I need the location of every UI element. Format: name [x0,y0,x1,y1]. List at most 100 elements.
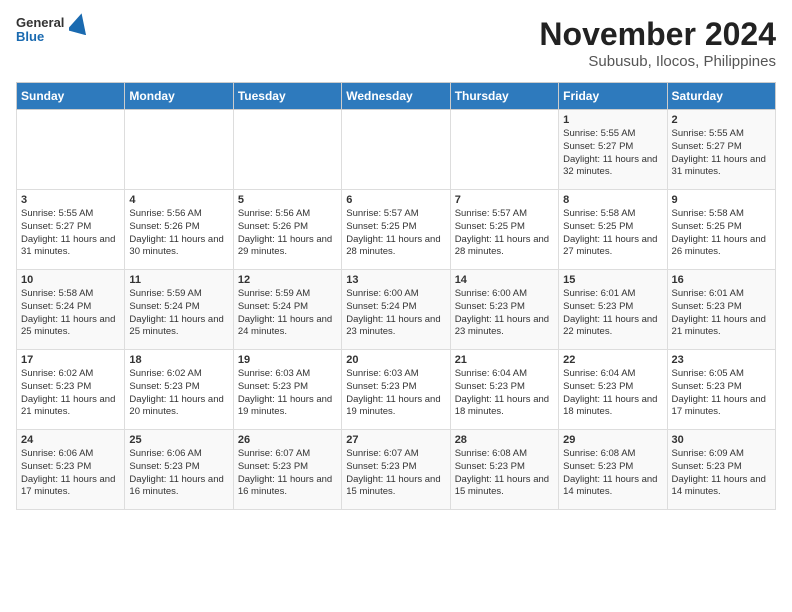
logo-icon [69,13,89,35]
day-number: 9 [672,194,771,206]
calendar-cell: 11Sunrise: 5:59 AM Sunset: 5:24 PM Dayli… [125,270,233,350]
calendar-cell: 27 Sunrise: 6:07 AM Sunset: 5:23 PM Dayli… [342,430,450,510]
day-number: 28 [455,434,554,446]
calendar-cell: 12 Sunrise: 5:59 AM Sunset: 5:24 PM Dayli… [233,270,341,350]
day-info: Sunrise: 5:57 AM Sunset: 5:25 PM Dayligh… [455,208,554,259]
day-info: Sunrise: 6:04 AM Sunset: 5:23 PM Dayligh… [455,368,554,419]
day-info: Sunrise: 5:59 AM Sunset: 5:24 PM Dayligh… [129,288,228,339]
day-number: 25 [129,434,228,446]
day-number: 20 [346,354,445,366]
day-info: Sunrise: 5:55 AM Sunset: 5:27 PM Dayligh… [672,128,771,179]
day-number: 14 [455,274,554,286]
day-info: Sunrise: 6:03 AM Sunset: 5:23 PM Dayligh… [346,368,445,419]
calendar-cell [233,110,341,190]
day-info: Sunrise: 6:02 AM Sunset: 5:23 PM Dayligh… [129,368,228,419]
calendar-cell: 9 Sunrise: 5:58 AM Sunset: 5:25 PM Daylig… [667,190,775,270]
calendar-cell: 19Sunrise: 6:03 AM Sunset: 5:23 PM Dayli… [233,350,341,430]
day-info: Sunrise: 6:02 AM Sunset: 5:23 PM Dayligh… [21,368,120,419]
page-header: General Blue November 2024 Subusub, Iloc… [16,16,776,70]
day-info: Sunrise: 5:58 AM Sunset: 5:25 PM Dayligh… [563,208,662,259]
day-number: 8 [563,194,662,206]
calendar-cell: 13 Sunrise: 6:00 AM Sunset: 5:24 PM Dayli… [342,270,450,350]
day-info: Sunrise: 5:59 AM Sunset: 5:24 PM Dayligh… [238,288,337,339]
day-info: Sunrise: 5:58 AM Sunset: 5:25 PM Dayligh… [672,208,771,259]
day-info: Sunrise: 5:56 AM Sunset: 5:26 PM Dayligh… [129,208,228,259]
calendar-week-row: 10 Sunrise: 5:58 AM Sunset: 5:24 PM Dayli… [17,270,776,350]
day-header-saturday: Saturday [667,83,775,110]
calendar-cell: 5Sunrise: 5:56 AM Sunset: 5:26 PM Daylig… [233,190,341,270]
day-number: 30 [672,434,771,446]
day-number: 26 [238,434,337,446]
day-info: Sunrise: 5:55 AM Sunset: 5:27 PM Dayligh… [563,128,662,179]
day-header-tuesday: Tuesday [233,83,341,110]
calendar-cell: 28 Sunrise: 6:08 AM Sunset: 5:23 PM Dayli… [450,430,558,510]
calendar-cell: 3 Sunrise: 5:55 AM Sunset: 5:27 PM Daylig… [17,190,125,270]
calendar-cell: 15Sunrise: 6:01 AM Sunset: 5:23 PM Dayli… [559,270,667,350]
day-number: 13 [346,274,445,286]
day-number: 24 [21,434,120,446]
day-number: 17 [21,354,120,366]
calendar-cell [17,110,125,190]
calendar-cell: 24Sunrise: 6:06 AM Sunset: 5:23 PM Dayli… [17,430,125,510]
day-number: 6 [346,194,445,206]
calendar-cell: 21 Sunrise: 6:04 AM Sunset: 5:23 PM Dayli… [450,350,558,430]
day-info: Sunrise: 6:08 AM Sunset: 5:23 PM Dayligh… [455,448,554,499]
day-info: Sunrise: 5:58 AM Sunset: 5:24 PM Dayligh… [21,288,120,339]
page-title: November 2024 [539,16,776,53]
day-header-wednesday: Wednesday [342,83,450,110]
day-number: 4 [129,194,228,206]
calendar-week-row: 3 Sunrise: 5:55 AM Sunset: 5:27 PM Daylig… [17,190,776,270]
calendar-cell: 8 Sunrise: 5:58 AM Sunset: 5:25 PM Daylig… [559,190,667,270]
day-info: Sunrise: 6:00 AM Sunset: 5:23 PM Dayligh… [455,288,554,339]
page-subtitle: Subusub, Ilocos, Philippines [539,53,776,70]
calendar-cell: 16 Sunrise: 6:01 AM Sunset: 5:23 PM Dayli… [667,270,775,350]
day-header-friday: Friday [559,83,667,110]
calendar-cell: 22 Sunrise: 6:04 AM Sunset: 5:23 PM Dayli… [559,350,667,430]
calendar-cell: 18Sunrise: 6:02 AM Sunset: 5:23 PM Dayli… [125,350,233,430]
day-number: 29 [563,434,662,446]
day-info: Sunrise: 6:03 AM Sunset: 5:23 PM Dayligh… [238,368,337,419]
calendar-cell: 25 Sunrise: 6:06 AM Sunset: 5:23 PM Dayli… [125,430,233,510]
calendar-body: 1 Sunrise: 5:55 AM Sunset: 5:27 PM Daylig… [17,110,776,510]
day-number: 3 [21,194,120,206]
logo: General Blue [16,16,89,45]
title-block: November 2024 Subusub, Ilocos, Philippin… [539,16,776,70]
calendar-header-row: SundayMondayTuesdayWednesdayThursdayFrid… [17,83,776,110]
day-number: 2 [672,114,771,126]
calendar-cell: 23Sunrise: 6:05 AM Sunset: 5:23 PM Dayli… [667,350,775,430]
calendar-cell: 7Sunrise: 5:57 AM Sunset: 5:25 PM Daylig… [450,190,558,270]
day-info: Sunrise: 6:01 AM Sunset: 5:23 PM Dayligh… [672,288,771,339]
calendar-cell: 6Sunrise: 5:57 AM Sunset: 5:25 PM Daylig… [342,190,450,270]
day-info: Sunrise: 5:55 AM Sunset: 5:27 PM Dayligh… [21,208,120,259]
calendar-cell: 26 Sunrise: 6:07 AM Sunset: 5:23 PM Dayli… [233,430,341,510]
day-info: Sunrise: 6:07 AM Sunset: 5:23 PM Dayligh… [346,448,445,499]
day-info: Sunrise: 6:04 AM Sunset: 5:23 PM Dayligh… [563,368,662,419]
day-number: 21 [455,354,554,366]
day-number: 16 [672,274,771,286]
day-info: Sunrise: 6:06 AM Sunset: 5:23 PM Dayligh… [129,448,228,499]
day-number: 1 [563,114,662,126]
logo-blue-text: Blue [16,30,64,44]
day-info: Sunrise: 6:00 AM Sunset: 5:24 PM Dayligh… [346,288,445,339]
day-info: Sunrise: 6:09 AM Sunset: 5:23 PM Dayligh… [672,448,771,499]
day-number: 27 [346,434,445,446]
day-number: 22 [563,354,662,366]
calendar-cell: 30 Sunrise: 6:09 AM Sunset: 5:23 PM Dayli… [667,430,775,510]
calendar-week-row: 17 Sunrise: 6:02 AM Sunset: 5:23 PM Dayli… [17,350,776,430]
calendar-week-row: 24 Sunrise: 6:06 AM Sunset: 5:23 PM Dayli… [17,430,776,510]
calendar-cell: 10 Sunrise: 5:58 AM Sunset: 5:24 PM Dayli… [17,270,125,350]
logo-general-text: General [16,16,64,30]
calendar-cell: 17 Sunrise: 6:02 AM Sunset: 5:23 PM Dayli… [17,350,125,430]
day-header-thursday: Thursday [450,83,558,110]
day-info: Sunrise: 6:07 AM Sunset: 5:23 PM Dayligh… [238,448,337,499]
calendar-cell: 14 Sunrise: 6:00 AM Sunset: 5:23 PM Dayli… [450,270,558,350]
calendar-cell: 2 Sunrise: 5:55 AM Sunset: 5:27 PM Daylig… [667,110,775,190]
day-number: 12 [238,274,337,286]
day-info: Sunrise: 6:08 AM Sunset: 5:23 PM Dayligh… [563,448,662,499]
day-number: 23 [672,354,771,366]
calendar-cell [342,110,450,190]
day-header-sunday: Sunday [17,83,125,110]
day-header-monday: Monday [125,83,233,110]
calendar-cell [450,110,558,190]
day-number: 10 [21,274,120,286]
